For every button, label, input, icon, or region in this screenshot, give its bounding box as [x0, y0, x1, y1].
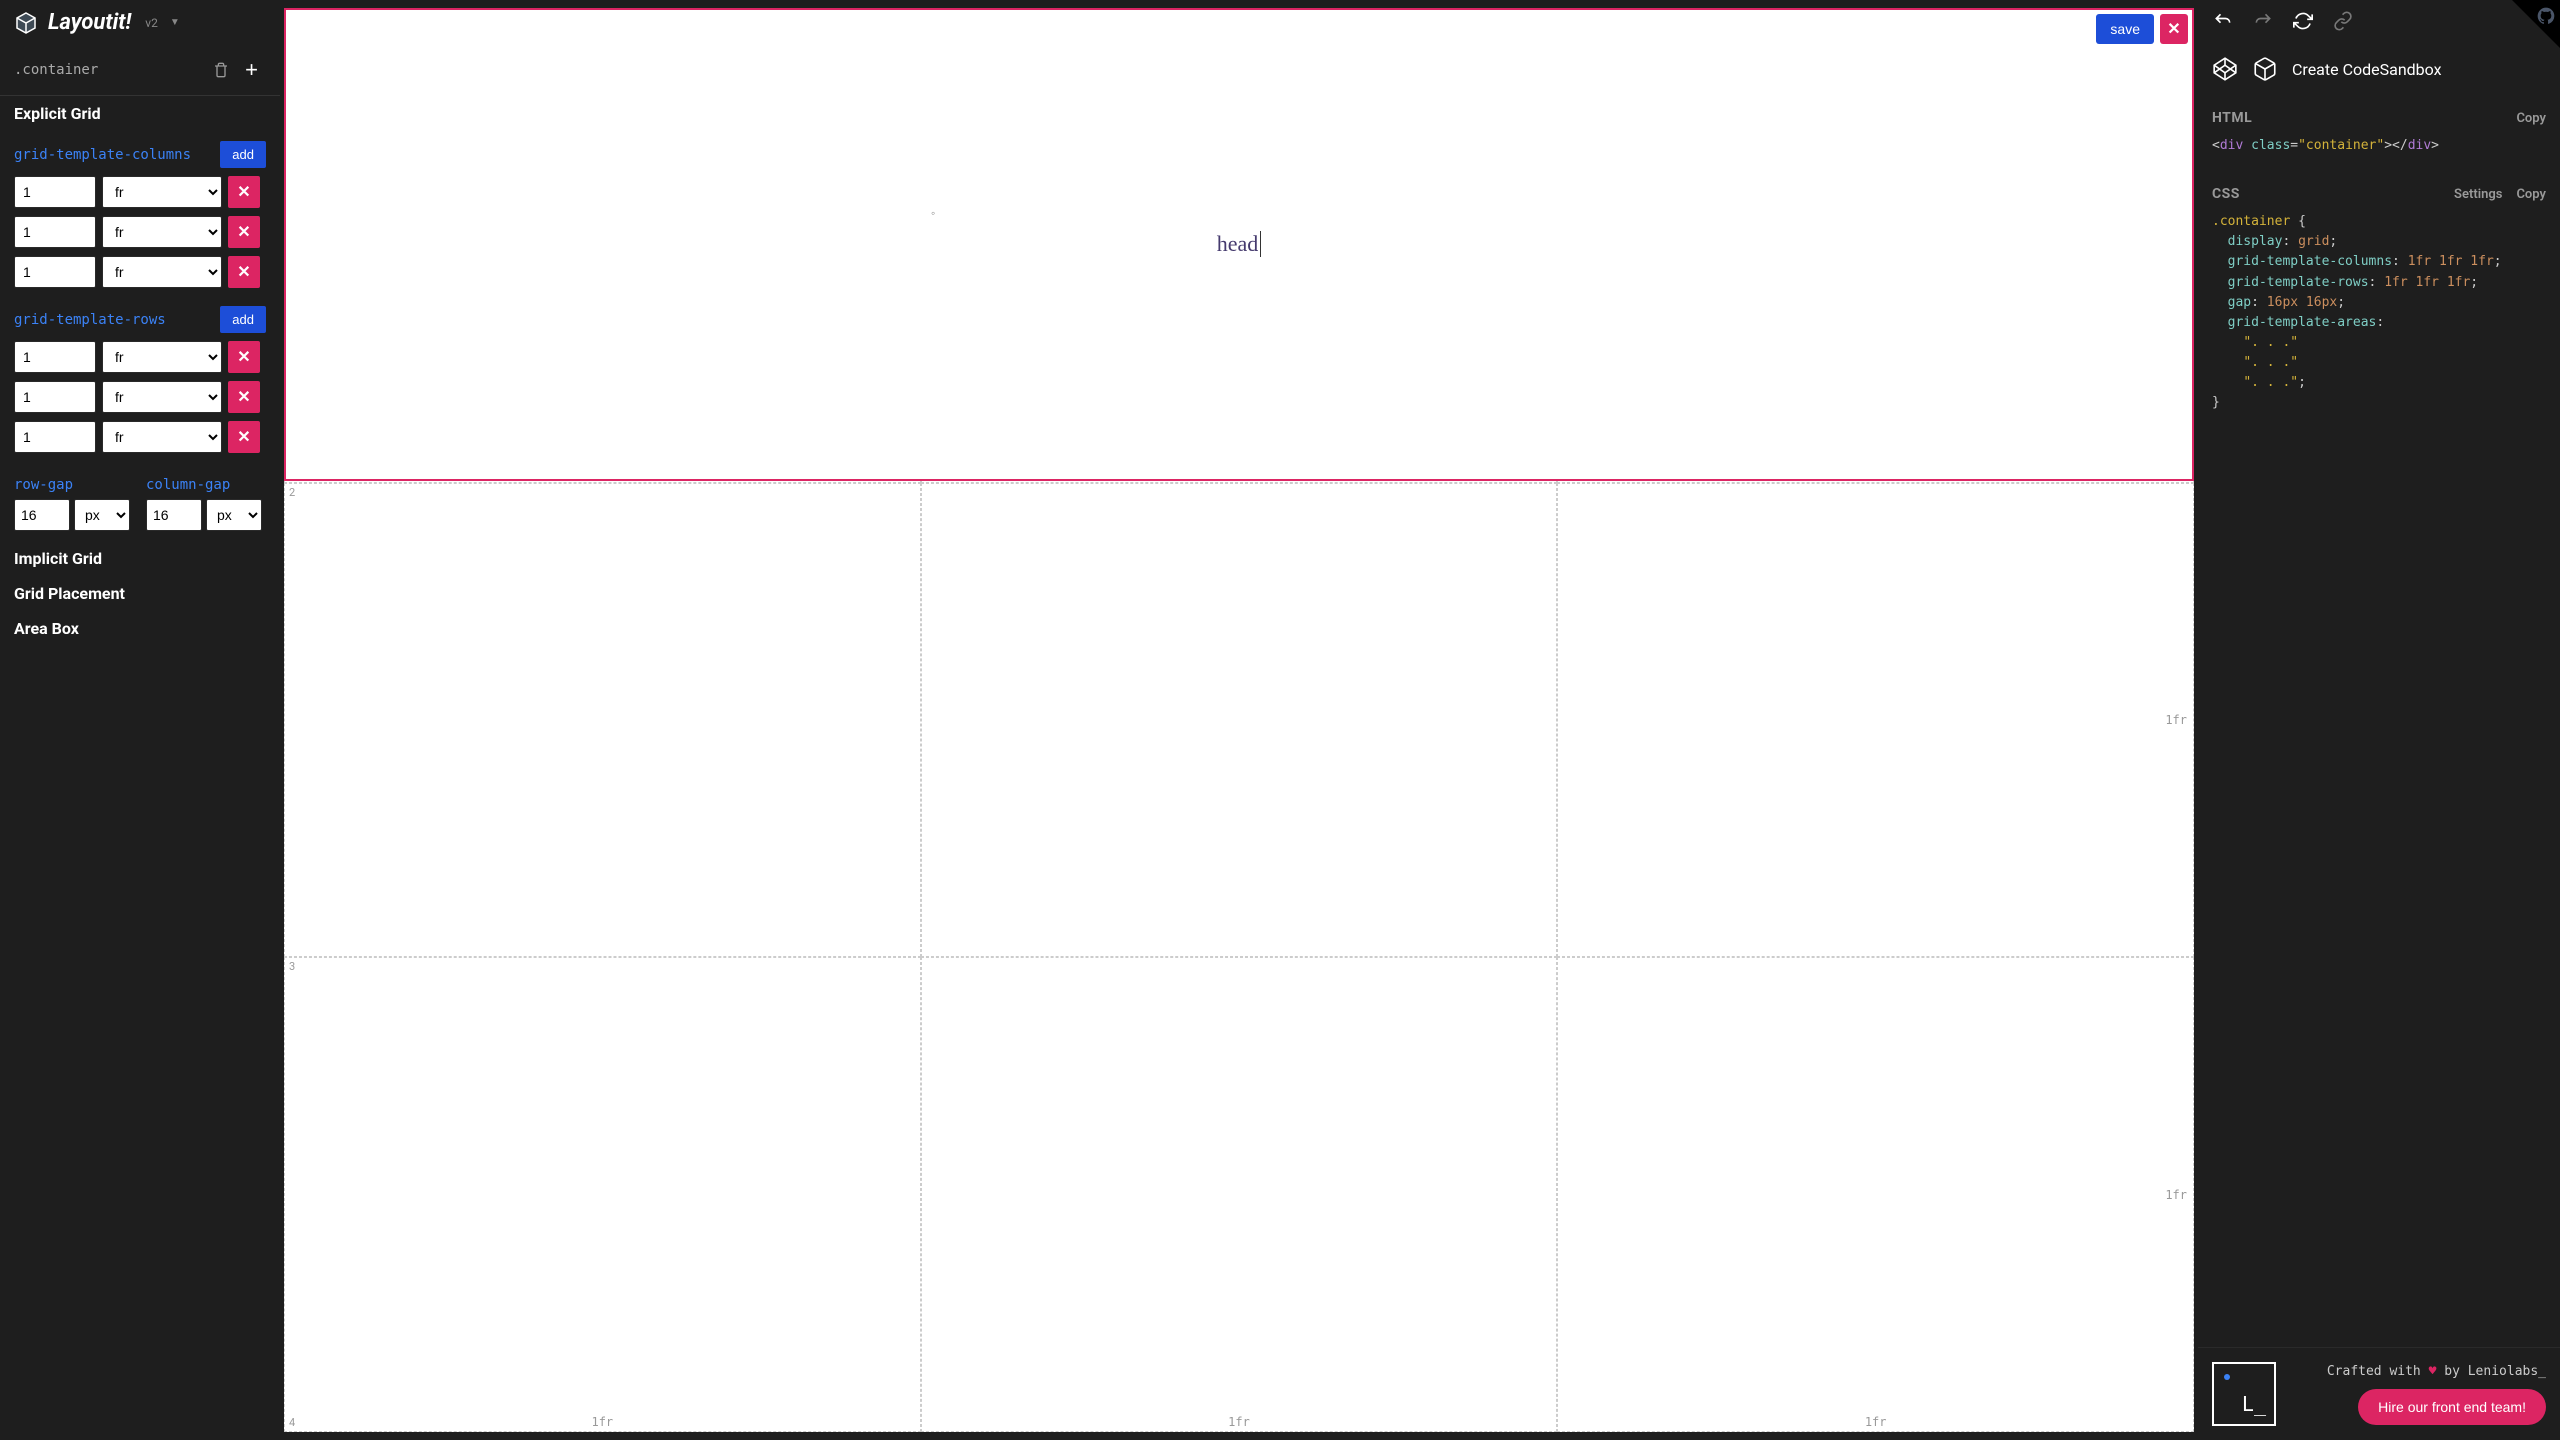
html-code[interactable]: <div class="container"></div> [2198, 132, 2560, 160]
columns-section: grid-template-columns add fr ✕ fr ✕ fr ✕ [0, 131, 280, 306]
row-value-input[interactable] [14, 381, 96, 413]
remove-column-button[interactable]: ✕ [228, 256, 260, 288]
grid-placement-title[interactable]: Grid Placement [0, 576, 280, 611]
gtc-label: grid-template-columns [14, 147, 191, 163]
remove-row-button[interactable]: ✕ [228, 341, 260, 373]
column-unit-select[interactable]: fr [102, 176, 222, 208]
col-gap-input[interactable] [146, 499, 202, 531]
gtr-label: grid-template-rows [14, 312, 166, 328]
add-column-button[interactable]: add [220, 141, 266, 168]
row-input-row: fr ✕ [14, 421, 266, 453]
app-title: Layoutit! [48, 10, 131, 35]
column-input-row: fr ✕ [14, 176, 266, 208]
fr-label: 1fr [1228, 1415, 1250, 1429]
row-unit-select[interactable]: fr [102, 421, 222, 453]
cancel-button[interactable]: ✕ [2160, 14, 2188, 44]
row-gap-input[interactable] [14, 499, 70, 531]
cube-icon [14, 11, 38, 35]
container-selector[interactable]: .container [14, 62, 205, 78]
chevron-down-icon[interactable]: ▼ [170, 17, 180, 28]
html-label: HTML [2212, 110, 2252, 126]
github-icon[interactable] [2536, 6, 2556, 30]
row-gap-label: row-gap [14, 477, 134, 493]
col-gap-label: column-gap [146, 477, 266, 493]
right-toolbar [2198, 0, 2560, 42]
area-name-input[interactable]: head [1217, 231, 1262, 257]
remove-row-button[interactable]: ✕ [228, 381, 260, 413]
row-input-row: fr ✕ [14, 341, 266, 373]
column-value-input[interactable] [14, 216, 96, 248]
remove-column-button[interactable]: ✕ [228, 216, 260, 248]
row-gap-unit[interactable]: px [74, 499, 130, 531]
row-number: 4 [289, 1416, 295, 1429]
row-number: 3 [289, 960, 295, 973]
fr-label: 1fr [2165, 1188, 2187, 1202]
row-value-input[interactable] [14, 341, 96, 373]
area-box-title[interactable]: Area Box [0, 611, 280, 646]
copy-html-button[interactable]: Copy [2516, 111, 2546, 126]
column-input-row: fr ✕ [14, 216, 266, 248]
implicit-grid-title[interactable]: Implicit Grid [0, 541, 280, 576]
undo-icon[interactable] [2212, 10, 2234, 32]
col-gap-unit[interactable]: px [206, 499, 262, 531]
fr-label: 1fr [1865, 1415, 1887, 1429]
row-number: 2 [289, 486, 295, 499]
fr-label: 1fr [591, 1415, 613, 1429]
css-code[interactable]: .container { display: grid; grid-templat… [2198, 208, 2560, 417]
settings-button[interactable]: Settings [2454, 187, 2502, 202]
add-row-button[interactable]: add [220, 306, 266, 333]
hire-button[interactable]: Hire our front end team! [2358, 1389, 2546, 1425]
column-unit-select[interactable]: fr [102, 216, 222, 248]
row-value-input[interactable] [14, 421, 96, 453]
create-codesandbox-link[interactable]: Create CodeSandbox [2292, 60, 2442, 79]
codepen-icon[interactable] [2212, 56, 2238, 82]
row-unit-select[interactable]: fr [102, 381, 222, 413]
css-section: CSS Settings Copy .container { display: … [2198, 176, 2560, 421]
row-unit-select[interactable]: fr [102, 341, 222, 373]
selected-grid-area[interactable]: head [284, 8, 2194, 481]
save-button[interactable]: save [2096, 14, 2154, 44]
heart-icon: ♥ [2429, 1364, 2437, 1379]
trash-icon[interactable] [205, 58, 237, 82]
right-panel: Create CodeSandbox HTML Copy <div class=… [2198, 0, 2560, 1440]
rows-section: grid-template-rows add fr ✕ fr ✕ fr ✕ [0, 306, 280, 471]
column-value-input[interactable] [14, 176, 96, 208]
remove-row-button[interactable]: ✕ [228, 421, 260, 453]
remove-column-button[interactable]: ✕ [228, 176, 260, 208]
footer: L_ Crafted with ♥ by Leniolabs_ Hire our… [2198, 1347, 2560, 1440]
css-label: CSS [2212, 186, 2240, 202]
refresh-icon[interactable] [2292, 10, 2314, 32]
html-section: HTML Copy <div class="container"></div> [2198, 100, 2560, 164]
selector-row: .container + [0, 45, 280, 96]
row-input-row: fr ✕ [14, 381, 266, 413]
leniolabs-logo[interactable]: L_ [2212, 1362, 2276, 1426]
canvas[interactable]: save ✕ 2 1fr 341fr 1fr 1fr1fr head ◦ [284, 8, 2194, 1432]
column-input-row: fr ✕ [14, 256, 266, 288]
redo-icon[interactable] [2252, 10, 2274, 32]
codesandbox-row: Create CodeSandbox [2198, 42, 2560, 100]
codesandbox-icon[interactable] [2252, 56, 2278, 82]
column-unit-select[interactable]: fr [102, 256, 222, 288]
app-header: Layoutit! v2 ▼ [0, 0, 280, 45]
add-icon[interactable]: + [237, 53, 266, 87]
explicit-grid-title[interactable]: Explicit Grid [0, 96, 280, 131]
crafted-text: Crafted with ♥ by Leniolabs_ [2327, 1364, 2546, 1379]
column-value-input[interactable] [14, 256, 96, 288]
left-panel: Layoutit! v2 ▼ .container + Explicit Gri… [0, 0, 280, 1440]
copy-css-button[interactable]: Copy [2516, 187, 2546, 202]
app-version: v2 [145, 16, 158, 30]
fr-label: 1fr [2165, 713, 2187, 727]
link-icon[interactable] [2332, 10, 2354, 32]
gap-section: row-gap px column-gap px [0, 471, 280, 541]
